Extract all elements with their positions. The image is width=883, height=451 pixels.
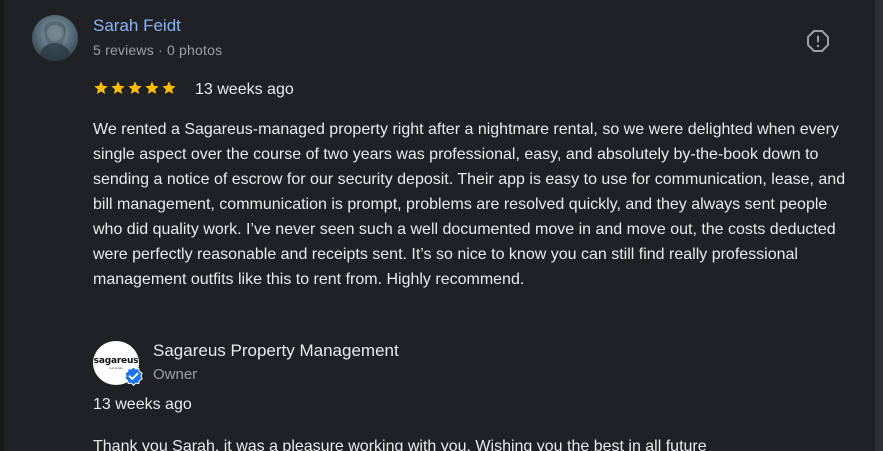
star-icon	[145, 81, 159, 94]
review-panel: Sarah Feidt 5 reviews · 0 photos 13 week…	[0, 0, 883, 451]
review-text: We rented a Sagareus-managed property ri…	[93, 121, 846, 288]
star-icon	[128, 81, 142, 94]
owner-logo-subtext: real estate	[108, 366, 123, 370]
star-icon	[111, 81, 125, 94]
reply-text: Thank you Sarah, it was a pleasure worki…	[93, 438, 707, 451]
reviewer-name-link[interactable]: Sarah Feidt	[93, 16, 181, 36]
star-icon	[162, 81, 176, 94]
verified-badge-icon	[124, 366, 143, 386]
reviewer-avatar[interactable]	[32, 15, 78, 61]
owner-role: Owner	[153, 366, 198, 383]
star-rating	[93, 80, 177, 96]
left-edge	[0, 0, 4, 451]
report-review-button[interactable]	[804, 27, 832, 55]
owner-logo-text: sagareus	[93, 356, 139, 366]
avatar-portrait-icon	[38, 21, 72, 61]
reviewer-meta: 5 reviews · 0 photos	[93, 42, 223, 58]
scrollbar-track[interactable]	[875, 0, 883, 451]
reply-date: 13 weeks ago	[93, 396, 192, 413]
review-date: 13 weeks ago	[195, 81, 294, 98]
owner-name: Sagareus Property Management	[153, 341, 399, 360]
report-flag-icon	[807, 30, 829, 52]
star-icon	[94, 81, 108, 94]
